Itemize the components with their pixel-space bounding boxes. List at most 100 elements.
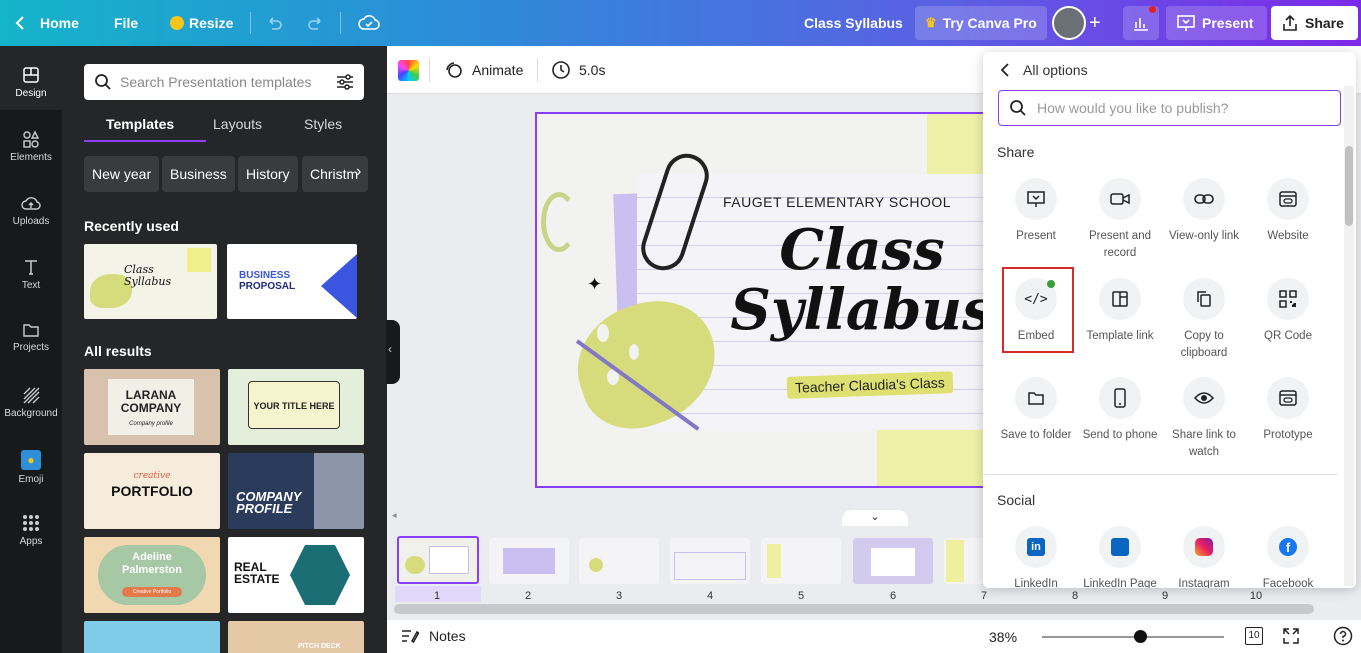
cloud-saved-icon[interactable] (357, 11, 381, 35)
template-thumb[interactable]: LARANA COMPANY Company profile (84, 369, 220, 445)
template-thumb[interactable]: Adeline Palmerston Creative Portfolio (84, 537, 220, 613)
share-option-send-to-phone[interactable]: Send to phone (1078, 377, 1162, 444)
option-label: QR Code (1264, 330, 1312, 342)
share-option-view-only-link[interactable]: View-only link (1162, 178, 1246, 245)
share-button[interactable]: Share (1271, 6, 1358, 40)
rail-item-elements[interactable]: Elements (0, 110, 62, 174)
slide-title-line1: Class (779, 217, 945, 283)
social-option-linkedin-page[interactable]: LinkedIn Page (1078, 526, 1162, 588)
rail-item-text[interactable]: Text (0, 238, 62, 302)
page-thumb-2[interactable] (489, 538, 569, 584)
embed-highlight-box (1002, 267, 1074, 353)
resize-button[interactable]: Resize (170, 0, 233, 46)
duration-button[interactable]: 5.0s (551, 60, 605, 80)
rail-item-design[interactable]: Design (0, 46, 62, 110)
horizontal-scrollbar[interactable] (394, 604, 1314, 614)
chip-new-year[interactable]: New year (84, 156, 160, 192)
present-button[interactable]: Present (1166, 6, 1268, 40)
chip-history[interactable]: History (238, 156, 298, 192)
rail-item-emoji[interactable]: ● Emoji (0, 430, 62, 494)
page-thumb-5[interactable] (761, 538, 841, 584)
scroll-left-icon[interactable]: ◂ (392, 510, 397, 521)
analytics-button[interactable] (1123, 6, 1159, 40)
help-icon[interactable] (1333, 626, 1353, 646)
add-collaborator-icon[interactable]: + (1089, 12, 1101, 35)
page-thumb-7[interactable] (944, 538, 984, 584)
template-thumb[interactable]: YOUR TITLE HERE (228, 369, 364, 445)
template-thumb[interactable]: PITCH DECK (228, 621, 364, 653)
social-option-linkedin[interactable]: in LinkedIn (994, 526, 1078, 588)
canvas-area: FAUGET ELEMENTARY SCHOOL Class Syllabus T… (387, 94, 995, 514)
rail-item-projects[interactable]: Projects (0, 302, 62, 366)
section-divider (983, 474, 1338, 475)
share-option-website[interactable]: Website (1246, 178, 1330, 245)
share-option-prototype[interactable]: Prototype (1246, 377, 1330, 444)
template-thumb[interactable]: creative PORTFOLIO (84, 453, 220, 529)
avatar[interactable] (1052, 6, 1086, 40)
social-option-facebook[interactable]: f Facebook (1246, 526, 1330, 588)
notes-button[interactable]: Notes (401, 628, 466, 644)
social-heading: Social (997, 492, 1036, 508)
crown-icon (170, 16, 184, 30)
template-thumb[interactable]: REAL ESTATE (228, 537, 364, 613)
thumb-line1: LARANA (125, 388, 177, 402)
home-button[interactable]: Home (12, 0, 79, 46)
chevron-down-icon[interactable]: ⌄ (842, 510, 908, 526)
fullscreen-icon[interactable] (1282, 627, 1300, 645)
page-grid-button[interactable]: 10 (1245, 627, 1263, 645)
panel-scrollbar-thumb[interactable] (1345, 146, 1353, 226)
share-option-save-to-folder[interactable]: Save to folder (994, 377, 1078, 444)
slide-title: Class Syllabus (727, 217, 993, 340)
share-option-copy-to-clipboard[interactable]: Copy to clipboard (1162, 278, 1246, 362)
template-thumb[interactable] (84, 621, 220, 653)
share-option-qr-code[interactable]: QR Code (1246, 278, 1330, 345)
chip-business[interactable]: Business (162, 156, 235, 192)
thumb-line2: PROPOSAL (239, 281, 296, 292)
rail-item-uploads[interactable]: Uploads (0, 174, 62, 238)
page-thumb-3[interactable] (579, 538, 659, 584)
share-option-template-link[interactable]: Template link (1078, 278, 1162, 345)
social-option-instagram[interactable]: Instagram (1162, 526, 1246, 588)
zoom-slider[interactable] (1042, 630, 1224, 643)
color-picker-icon[interactable] (398, 60, 419, 81)
share-option-share-link-to-watch[interactable]: Share link to watch (1162, 377, 1246, 461)
page-thumb-4[interactable] (670, 538, 750, 584)
redo-icon[interactable] (306, 13, 326, 33)
chevron-right-icon[interactable]: › (356, 163, 361, 181)
page-thumb-1[interactable] (397, 536, 479, 584)
zoom-level[interactable]: 38% (989, 629, 1017, 645)
thumb-paper (429, 546, 469, 574)
publish-search-input[interactable]: How would you like to publish? (998, 90, 1341, 126)
rail-item-background[interactable]: Background (0, 366, 62, 430)
panel-scrollbar[interactable] (1344, 86, 1354, 586)
thumb-line2: Palmerston (122, 564, 182, 576)
page-number: 1 (433, 590, 441, 602)
animate-button[interactable]: Animate (444, 60, 523, 80)
tab-styles[interactable]: Styles (304, 116, 342, 132)
school-name: FAUGET ELEMENTARY SCHOOL (722, 194, 952, 210)
triangle-shape (321, 254, 357, 318)
page-thumb-6[interactable] (853, 538, 933, 584)
slide-canvas[interactable]: FAUGET ELEMENTARY SCHOOL Class Syllabus T… (535, 112, 995, 488)
undo-icon[interactable] (264, 13, 284, 33)
design-title[interactable]: Class Syllabus (804, 0, 903, 46)
template-thumb[interactable]: COMPANY PROFILE (228, 453, 364, 529)
share-option-present[interactable]: Present (994, 178, 1078, 245)
thumb-paper (871, 548, 915, 576)
tab-templates[interactable]: Templates (106, 116, 174, 132)
thumb-line2: COMPANY (120, 401, 182, 415)
template-search-input[interactable]: Search Presentation templates (84, 64, 364, 100)
share-option-present-and-record[interactable]: Present and record (1078, 178, 1162, 262)
all-options-back[interactable]: All options (999, 62, 1088, 78)
linkedin-page-icon (1099, 526, 1141, 568)
option-label: Share link to watch (1172, 429, 1236, 458)
filter-icon[interactable] (336, 74, 354, 90)
try-canva-pro-button[interactable]: ♛ Try Canva Pro (915, 6, 1047, 40)
zoom-slider-knob[interactable] (1133, 630, 1147, 643)
elements-icon (23, 130, 40, 148)
template-thumb[interactable]: BUSINESS PROPOSAL (227, 244, 357, 319)
rail-item-apps[interactable]: Apps (0, 494, 62, 558)
template-thumb[interactable]: Class Syllabus (84, 244, 217, 319)
tab-layouts[interactable]: Layouts (213, 116, 262, 132)
file-menu[interactable]: File (114, 0, 138, 46)
